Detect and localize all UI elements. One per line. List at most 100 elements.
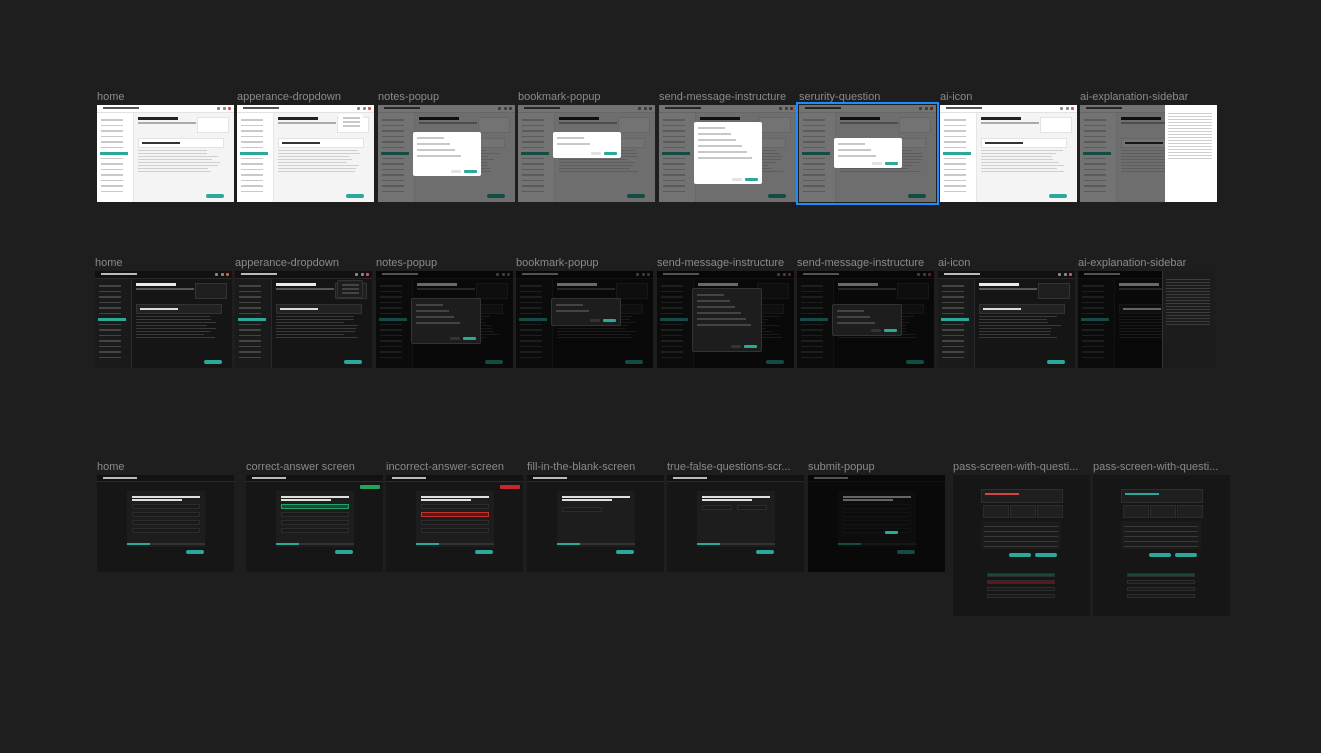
frame-thumbnail[interactable] xyxy=(797,271,934,368)
sidebar-item xyxy=(942,291,964,293)
sidebar-item xyxy=(101,130,123,132)
review-option xyxy=(1127,573,1195,577)
answer-option[interactable] xyxy=(132,520,200,525)
answer-option[interactable] xyxy=(281,512,349,517)
modal-dialog xyxy=(694,122,762,184)
next-button[interactable] xyxy=(206,194,224,198)
cancel-button[interactable] xyxy=(591,152,601,155)
confirm-button[interactable] xyxy=(885,531,898,534)
frame-thumbnail[interactable] xyxy=(527,475,664,572)
frame-thumbnail[interactable] xyxy=(938,271,1075,368)
top-bar xyxy=(235,271,372,279)
frame-thumbnail[interactable] xyxy=(246,475,383,572)
app-title xyxy=(101,273,137,275)
sidebar-item xyxy=(101,174,123,176)
frame-thumbnail[interactable] xyxy=(657,271,794,368)
frame-thumbnail[interactable] xyxy=(953,475,1090,616)
confirm-button[interactable] xyxy=(745,178,758,181)
frame-thumbnail[interactable] xyxy=(1080,105,1217,202)
answer-option[interactable] xyxy=(132,528,200,533)
next-button[interactable] xyxy=(204,360,222,364)
frame-label: true-false-questions-scr... xyxy=(667,461,791,473)
frame-thumbnail[interactable] xyxy=(659,105,796,202)
sidebar-item xyxy=(101,147,123,149)
lesson-text xyxy=(276,316,360,344)
quiz-title xyxy=(252,477,286,479)
answer-option[interactable] xyxy=(421,520,489,525)
next-button[interactable] xyxy=(1047,360,1065,364)
frame-thumbnail[interactable] xyxy=(808,475,945,572)
sidebar-item xyxy=(241,125,263,127)
sidebar-item xyxy=(944,119,966,121)
lesson-title xyxy=(276,283,316,286)
next-question-button[interactable] xyxy=(616,550,634,554)
sidebar-item xyxy=(101,119,123,121)
sidebar-item xyxy=(241,163,263,165)
frame-thumbnail[interactable] xyxy=(1078,271,1215,368)
next-button[interactable] xyxy=(346,194,364,198)
retake-button[interactable] xyxy=(1175,553,1197,557)
question-text-line-2 xyxy=(281,499,331,501)
quiz-top-bar xyxy=(386,475,523,482)
sidebar-overlay xyxy=(1078,271,1163,368)
next-question-button[interactable] xyxy=(186,550,204,554)
cancel-button[interactable] xyxy=(731,345,741,348)
next-button[interactable] xyxy=(1049,194,1067,198)
frame-thumbnail[interactable] xyxy=(237,105,374,202)
confirm-button[interactable] xyxy=(603,319,616,322)
cancel-button[interactable] xyxy=(732,178,742,181)
next-question-button[interactable] xyxy=(335,550,353,554)
answer-option[interactable] xyxy=(281,528,349,533)
confirm-button[interactable] xyxy=(885,162,898,165)
review-button[interactable] xyxy=(1149,553,1171,557)
sidebar-item xyxy=(239,307,261,309)
frame-thumbnail[interactable] xyxy=(95,271,232,368)
frame-thumbnail[interactable] xyxy=(235,271,372,368)
quiz-progress xyxy=(127,543,205,545)
sidebar-item xyxy=(942,307,964,309)
accordion-examination-process xyxy=(979,304,1065,314)
frame-thumbnail[interactable] xyxy=(386,475,523,572)
frame-thumbnail[interactable] xyxy=(376,271,513,368)
answer-option[interactable] xyxy=(132,504,200,509)
frame-thumbnail[interactable] xyxy=(667,475,804,572)
confirm-button[interactable] xyxy=(464,170,477,173)
confirm-button[interactable] xyxy=(884,329,897,332)
next-question-button[interactable] xyxy=(756,550,774,554)
review-button[interactable] xyxy=(1009,553,1031,557)
cancel-button[interactable] xyxy=(871,329,881,332)
close-icon xyxy=(228,107,231,110)
answer-option[interactable] xyxy=(421,528,489,533)
frame-thumbnail[interactable] xyxy=(516,271,653,368)
cancel-button[interactable] xyxy=(451,170,461,173)
next-button[interactable] xyxy=(344,360,362,364)
confirm-button[interactable] xyxy=(463,337,476,340)
frame-thumbnail[interactable] xyxy=(940,105,1077,202)
sidebar-item xyxy=(944,191,966,193)
retake-button[interactable] xyxy=(1035,553,1057,557)
answer-option[interactable] xyxy=(132,512,200,517)
frame-thumbnail[interactable] xyxy=(378,105,515,202)
quiz-title xyxy=(103,477,137,479)
frame-thumbnail[interactable] xyxy=(1093,475,1230,616)
cancel-button[interactable] xyxy=(590,319,600,322)
score-stat xyxy=(983,505,1009,518)
answer-option[interactable] xyxy=(281,504,349,509)
next-question-button[interactable] xyxy=(475,550,493,554)
cancel-button[interactable] xyxy=(450,337,460,340)
frame-thumbnail[interactable] xyxy=(97,475,234,572)
cancel-button[interactable] xyxy=(872,162,882,165)
frame-thumbnail[interactable] xyxy=(97,105,234,202)
answer-option[interactable] xyxy=(421,512,489,517)
answer-option[interactable] xyxy=(281,520,349,525)
confirm-button[interactable] xyxy=(604,152,617,155)
answer-option[interactable] xyxy=(421,504,489,509)
close-icon xyxy=(1069,273,1072,276)
sidebar-item xyxy=(942,357,964,359)
frame-thumbnail[interactable] xyxy=(799,105,936,202)
lesson-text xyxy=(981,150,1065,178)
frame-thumbnail[interactable] xyxy=(518,105,655,202)
sidebar-item xyxy=(239,346,261,348)
confirm-button[interactable] xyxy=(744,345,757,348)
cancel-button[interactable] xyxy=(872,531,882,534)
